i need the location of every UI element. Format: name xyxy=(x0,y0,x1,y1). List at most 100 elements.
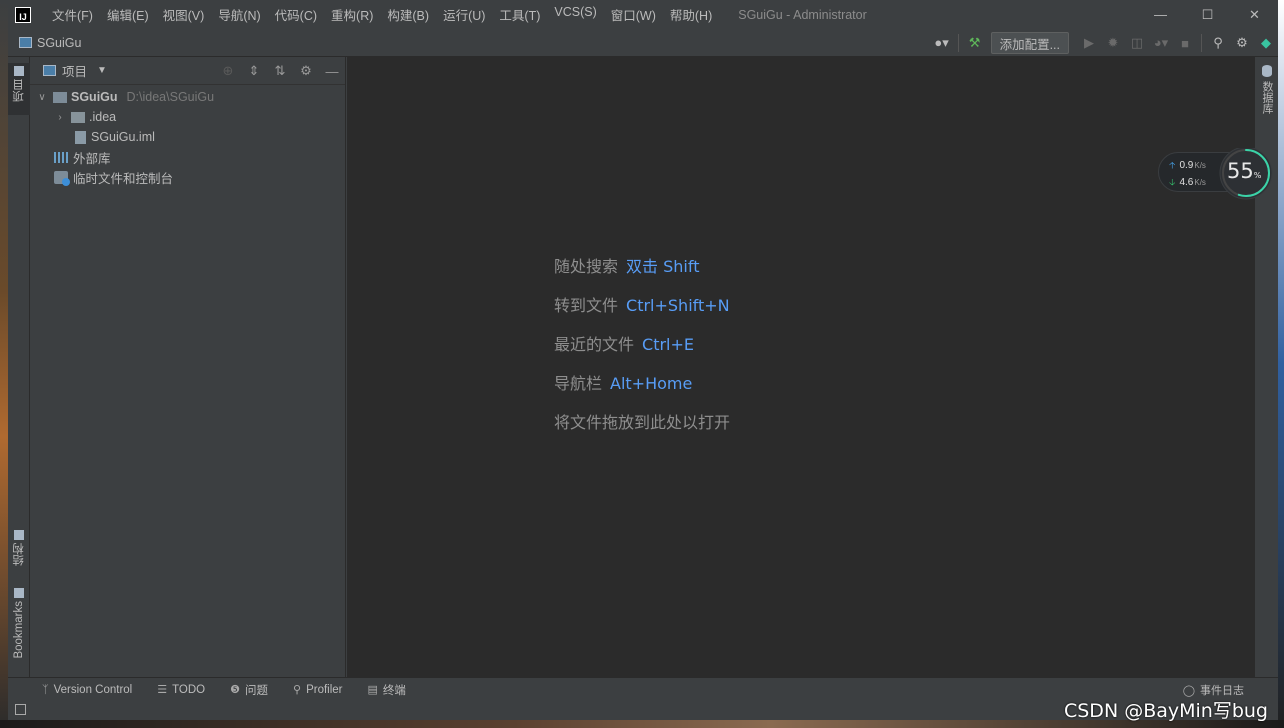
menu-tools[interactable]: 工具(T) xyxy=(492,5,547,24)
tree-item-idea[interactable]: › .idea xyxy=(30,107,345,127)
collapse-all-icon[interactable]: ⇅ xyxy=(267,60,293,82)
todo-tab[interactable]: ☰ TODO xyxy=(157,683,205,697)
account-icon[interactable]: ●▾ xyxy=(931,32,953,54)
tree-item-iml-label: SGuiGu.iml xyxy=(91,130,155,144)
intellij-logo-icon[interactable]: IJ xyxy=(15,6,31,23)
network-speed-widget[interactable]: 🡡 0.9K/s 🡣 4.6K/s 55% xyxy=(1158,146,1276,200)
project-view-icon xyxy=(43,65,56,76)
version-control-tab[interactable]: ᛉ Version Control xyxy=(42,684,132,696)
project-tool-tab[interactable]: 项目 xyxy=(8,63,30,115)
menu-build[interactable]: 构建(B) xyxy=(380,5,436,24)
project-tree: ∨ SGuiGu D:\idea\SGuiGu › .idea SGuiGu.i… xyxy=(30,85,345,187)
chevron-down-icon[interactable]: ▼ xyxy=(97,65,107,76)
desktop-left-edge xyxy=(0,0,8,728)
version-control-tab-label: Version Control xyxy=(53,683,133,696)
structure-tool-tab[interactable]: 结构 xyxy=(8,527,30,569)
tree-item-external-libraries[interactable]: 外部库 xyxy=(30,147,345,167)
profiler-tab[interactable]: ⚲ Profiler xyxy=(293,683,343,697)
hint-search-everywhere-text: 随处搜索 xyxy=(554,257,619,276)
editor-area[interactable]: 随处搜索 双击 Shift 转到文件 Ctrl+Shift+N 最近的文件 Ctrl+… xyxy=(347,57,1254,677)
folder-icon xyxy=(71,111,85,123)
menu-run[interactable]: 运行(U) xyxy=(436,5,492,24)
tree-item-external-libraries-label: 外部库 xyxy=(73,151,111,166)
menu-help[interactable]: 帮助(H) xyxy=(663,5,719,24)
breadcrumb-project[interactable]: SGuiGu xyxy=(37,36,81,50)
toolbar-separator xyxy=(957,34,959,52)
window-title: SGuiGu - Administrator xyxy=(738,7,867,22)
tree-item-root[interactable]: ∨ SGuiGu D:\idea\SGuiGu xyxy=(30,87,345,107)
menu-code[interactable]: 代码(C) xyxy=(268,5,324,24)
tree-item-root-path: D:\idea\SGuiGu xyxy=(126,90,215,104)
panel-gear-icon[interactable]: ⚙ xyxy=(293,60,319,82)
download-speed: 🡣 4.6K/s xyxy=(1169,175,1206,191)
terminal-icon: ▤ xyxy=(367,684,378,696)
upload-speed-value: 0.9 xyxy=(1179,160,1194,171)
profiler-tab-label: Profiler xyxy=(306,683,343,696)
empty-editor-hints: 随处搜索 双击 Shift 转到文件 Ctrl+Shift+N 最近的文件 Ctrl+… xyxy=(554,253,730,448)
problems-tab[interactable]: ❺ 问题 xyxy=(230,682,268,698)
ide-window: IJ 文件(F) 编辑(E) 视图(V) 导航(N) 代码(C) 重构(R) 构… xyxy=(8,0,1278,720)
hint-navigation-bar-text: 导航栏 xyxy=(554,374,603,393)
maximize-button[interactable]: ☐ xyxy=(1184,0,1231,29)
structure-tool-tab-label: 结构 xyxy=(13,543,25,566)
menu-window[interactable]: 窗口(W) xyxy=(604,5,663,24)
tree-item-scratches[interactable]: 临时文件和控制台 xyxy=(30,167,345,187)
left-tool-strip: 项目 结构 Bookmarks xyxy=(8,57,30,677)
download-arrow-icon: 🡣 xyxy=(1169,177,1176,187)
jetbrains-toolbox-icon[interactable]: ◆ xyxy=(1255,32,1277,54)
chevron-down-icon[interactable]: ∨ xyxy=(36,92,48,103)
search-icon[interactable]: ⚲ xyxy=(1207,32,1229,54)
gauge-percent-sign: % xyxy=(1253,171,1262,180)
hint-search-everywhere-key: 双击 Shift xyxy=(626,257,700,276)
title-bar: IJ 文件(F) 编辑(E) 视图(V) 导航(N) 代码(C) 重构(R) 构… xyxy=(8,0,1278,29)
project-panel: 项目 ▼ ⊕ ⇕ ⇅ ⚙ — ∨ SGuiGu D:\idea\SGuiGu ›… xyxy=(30,57,346,677)
toolbar-separator xyxy=(1201,34,1202,52)
run-icon[interactable]: ▶ xyxy=(1078,32,1100,54)
expand-all-icon[interactable]: ⇕ xyxy=(241,60,267,82)
profiler-icon: ⚲ xyxy=(293,684,302,696)
download-speed-value: 4.6 xyxy=(1179,177,1194,188)
tree-item-root-label: SGuiGu xyxy=(71,90,118,104)
upload-arrow-icon: 🡡 xyxy=(1169,160,1176,170)
structure-icon xyxy=(14,530,24,540)
hint-navigation-bar-key: Alt+Home xyxy=(610,374,693,393)
profile-icon[interactable]: ◕▾ xyxy=(1150,32,1172,54)
hide-panel-icon[interactable]: — xyxy=(319,60,345,82)
list-icon: ☰ xyxy=(157,684,168,696)
window-controls: — ☐ ✕ xyxy=(1137,0,1278,29)
terminal-tab[interactable]: ▤ 终端 xyxy=(368,682,406,698)
main-menu: 文件(F) 编辑(E) 视图(V) 导航(N) 代码(C) 重构(R) 构建(B… xyxy=(45,5,719,24)
locate-file-icon[interactable]: ⊕ xyxy=(215,60,241,82)
module-folder-icon xyxy=(53,91,67,103)
build-hammer-icon[interactable]: ⚒ xyxy=(964,32,986,54)
hint-drop-files: 将文件拖放到此处以打开 xyxy=(554,409,730,448)
minimize-button[interactable]: — xyxy=(1137,0,1184,29)
menu-refactor[interactable]: 重构(R) xyxy=(324,5,380,24)
stop-icon[interactable]: ■ xyxy=(1174,32,1196,54)
gear-icon[interactable]: ⚙ xyxy=(1231,32,1253,54)
tree-item-iml[interactable]: SGuiGu.iml xyxy=(30,127,345,147)
close-button[interactable]: ✕ xyxy=(1231,0,1278,29)
menu-vcs[interactable]: VCS(S) xyxy=(547,5,603,24)
database-tool-tab[interactable]: 数据库 xyxy=(1257,65,1277,114)
menu-file[interactable]: 文件(F) xyxy=(45,5,100,24)
menu-navigate[interactable]: 导航(N) xyxy=(211,5,267,24)
chevron-right-icon[interactable]: › xyxy=(54,112,66,123)
project-folder-icon xyxy=(14,66,24,76)
tree-item-scratches-label: 临时文件和控制台 xyxy=(73,171,174,186)
toggle-tool-windows-icon[interactable] xyxy=(15,704,26,715)
project-panel-tools: ⊕ ⇕ ⇅ ⚙ — xyxy=(215,57,345,85)
bookmarks-tool-tab-label: Bookmarks xyxy=(13,601,25,659)
project-view-selector[interactable]: 项目 xyxy=(62,61,87,80)
hint-goto-file: 转到文件 Ctrl+Shift+N xyxy=(554,292,730,331)
menu-edit[interactable]: 编辑(E) xyxy=(100,5,156,24)
scratches-icon xyxy=(54,170,70,186)
add-configuration-button[interactable]: 添加配置... xyxy=(990,32,1069,54)
debug-icon[interactable]: ✹ xyxy=(1102,32,1124,54)
terminal-tab-label: 终端 xyxy=(382,684,406,697)
bookmarks-tool-tab[interactable]: Bookmarks xyxy=(8,585,30,667)
menu-view[interactable]: 视图(V) xyxy=(156,5,212,24)
problems-tab-label: 问题 xyxy=(245,684,268,697)
coverage-icon[interactable]: ◫ xyxy=(1126,32,1148,54)
iml-file-icon xyxy=(75,130,86,144)
